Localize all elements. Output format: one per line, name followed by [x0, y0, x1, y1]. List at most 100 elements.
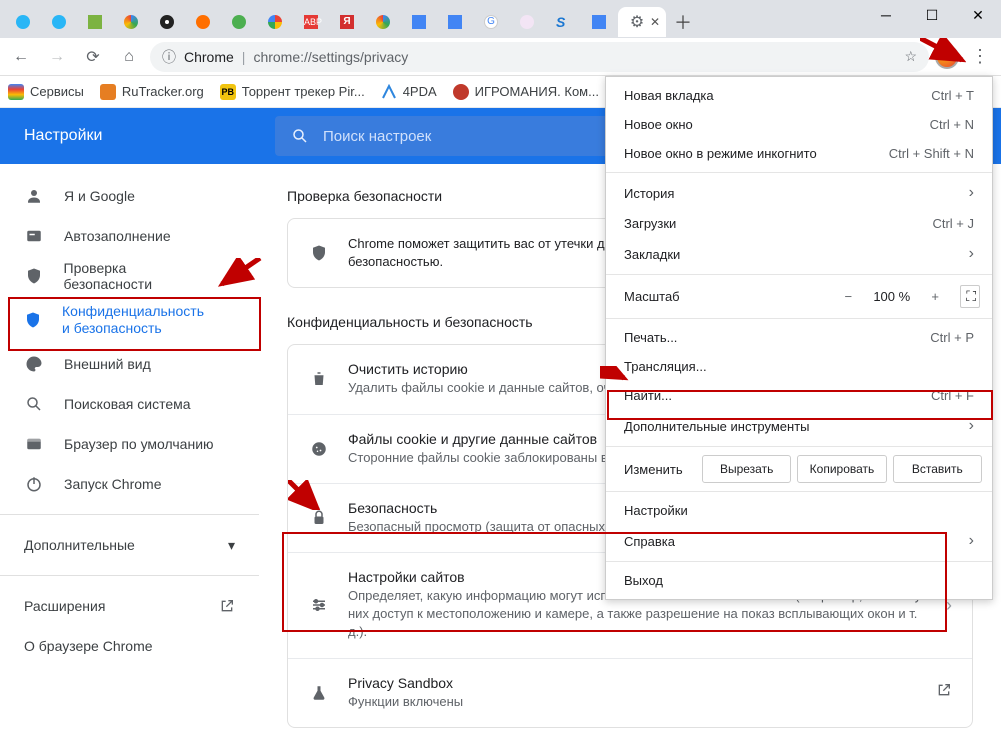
tab[interactable]	[114, 7, 148, 37]
sidebar-item-safety-check[interactable]: Проверка безопасности	[0, 256, 239, 296]
back-button[interactable]: ←	[6, 42, 36, 72]
settings-title: Настройки	[0, 127, 259, 145]
settings-icon: ⚙	[630, 12, 644, 32]
profile-avatar[interactable]	[935, 45, 959, 69]
menu-incognito[interactable]: Новое окно в режиме инкогнитоCtrl + Shif…	[606, 139, 992, 168]
tab[interactable]: Я	[330, 7, 364, 37]
tab-active[interactable]: ⚙ ✕	[618, 7, 666, 37]
tab[interactable]	[402, 7, 436, 37]
sidebar-item-search-engine[interactable]: Поисковая система	[0, 384, 239, 424]
shield-check-icon	[24, 267, 44, 285]
chrome-menu: Новая вкладкаCtrl + T Новое окноCtrl + N…	[605, 76, 993, 600]
menu-help[interactable]: Справка	[606, 525, 992, 557]
bookmark-item[interactable]: ИГРОМАНИЯ. Ком...	[453, 84, 599, 100]
sidebar-item-you-and-google[interactable]: Я и Google	[0, 176, 239, 216]
tab[interactable]	[6, 7, 40, 37]
menu-cut[interactable]: Вырезать	[702, 455, 791, 483]
menu-copy[interactable]: Копировать	[797, 455, 886, 483]
menu-exit[interactable]: Выход	[606, 566, 992, 595]
menu-print[interactable]: Печать...Ctrl + P	[606, 323, 992, 352]
bookmark-star-icon[interactable]: ☆	[904, 48, 917, 65]
url-path: chrome://settings/privacy	[253, 49, 408, 65]
new-tab-button[interactable]: ＋	[668, 9, 698, 35]
autofill-icon	[24, 227, 44, 245]
reload-button[interactable]: ⟳	[78, 42, 108, 72]
bookmark-item[interactable]: PBТоррент трекер Pir...	[220, 84, 365, 100]
lock-icon: ⓘ	[162, 47, 176, 67]
sidebar-item-default-browser[interactable]: Браузер по умолчанию	[0, 424, 239, 464]
tab[interactable]	[438, 7, 472, 37]
chevron-down-icon: ▾	[228, 537, 235, 554]
tab[interactable]	[42, 7, 76, 37]
menu-settings[interactable]: Настройки	[606, 496, 992, 525]
url-host: Chrome	[184, 49, 234, 65]
tab[interactable]	[582, 7, 616, 37]
maximize-button[interactable]: ☐	[909, 0, 955, 30]
fullscreen-button[interactable]: ⛶	[960, 285, 980, 308]
browser-icon	[24, 435, 44, 453]
menu-new-window[interactable]: Новое окноCtrl + N	[606, 110, 992, 139]
zoom-label: Масштаб	[624, 289, 680, 304]
sidebar-extensions[interactable]: Расширения	[0, 586, 259, 626]
forward-button[interactable]: →	[42, 42, 72, 72]
tab[interactable]	[150, 7, 184, 37]
chrome-menu-button[interactable]: ⋮	[965, 46, 995, 67]
tab[interactable]	[258, 7, 292, 37]
menu-downloads[interactable]: ЗагрузкиCtrl + J	[606, 209, 992, 238]
menu-paste[interactable]: Вставить	[893, 455, 982, 483]
tab[interactable]: S	[546, 7, 580, 37]
shield-icon	[24, 311, 42, 329]
search-icon	[24, 395, 44, 413]
zoom-in-button[interactable]: +	[920, 289, 950, 304]
home-button[interactable]: ⌂	[114, 42, 144, 72]
sidebar-advanced[interactable]: Дополнительные▾	[0, 525, 259, 565]
tab[interactable]	[78, 7, 112, 37]
minimize-button[interactable]: ─	[863, 0, 909, 30]
launch-icon	[936, 682, 952, 703]
bookmark-item[interactable]: RuTracker.org	[100, 84, 204, 100]
menu-zoom: Масштаб − 100 % + ⛶	[606, 279, 992, 314]
palette-icon	[24, 355, 44, 373]
settings-sidebar: Я и Google Автозаполнение Проверка безоп…	[0, 164, 259, 745]
zoom-out-button[interactable]: −	[833, 289, 863, 304]
tab[interactable]: ABP	[294, 7, 328, 37]
tab[interactable]	[510, 7, 544, 37]
window-controls: ─ ☐ ✕	[863, 0, 1001, 30]
lock-icon	[308, 509, 330, 527]
trash-icon	[308, 370, 330, 388]
bookmark-item[interactable]: 4PDA	[381, 84, 437, 100]
tab[interactable]: G	[474, 7, 508, 37]
menu-cast[interactable]: Трансляция...	[606, 352, 992, 381]
menu-more-tools[interactable]: Дополнительные инструменты	[606, 410, 992, 442]
sidebar-item-privacy-security[interactable]: Конфиденциальность и безопасность	[0, 296, 239, 344]
sidebar-item-appearance[interactable]: Внешний вид	[0, 344, 239, 384]
sidebar-about-chrome[interactable]: О браузере Chrome	[0, 626, 259, 666]
tab[interactable]	[366, 7, 400, 37]
cookie-icon	[308, 440, 330, 458]
tab-strip: ABP Я G S ⚙ ✕ ＋	[0, 0, 1001, 38]
close-tab-icon[interactable]: ✕	[650, 15, 660, 29]
person-icon	[24, 187, 44, 205]
menu-bookmarks[interactable]: Закладки	[606, 238, 992, 270]
omnibox[interactable]: ⓘ Chrome | chrome://settings/privacy ☆	[150, 42, 929, 72]
edit-label: Изменить	[624, 462, 696, 477]
zoom-value: 100 %	[873, 289, 910, 304]
sidebar-item-autofill[interactable]: Автозаполнение	[0, 216, 239, 256]
search-icon	[291, 127, 309, 145]
toolbar: ← → ⟳ ⌂ ⓘ Chrome | chrome://settings/pri…	[0, 38, 1001, 76]
flask-icon	[308, 684, 330, 702]
close-window-button[interactable]: ✕	[955, 0, 1001, 30]
tab[interactable]	[186, 7, 220, 37]
launch-icon	[219, 598, 235, 614]
tune-icon	[308, 596, 330, 614]
menu-new-tab[interactable]: Новая вкладкаCtrl + T	[606, 81, 992, 110]
menu-history[interactable]: История	[606, 177, 992, 209]
shield-icon	[308, 244, 330, 262]
menu-find[interactable]: Найти...Ctrl + F	[606, 381, 992, 410]
privacy-row-privacy-sandbox[interactable]: Privacy SandboxФункции включены	[288, 658, 972, 727]
sidebar-item-on-startup[interactable]: Запуск Chrome	[0, 464, 239, 504]
menu-edit-row: Изменить Вырезать Копировать Вставить	[606, 451, 992, 487]
tab[interactable]	[222, 7, 256, 37]
power-icon	[24, 475, 44, 493]
bookmark-item[interactable]: Сервисы	[8, 84, 84, 100]
